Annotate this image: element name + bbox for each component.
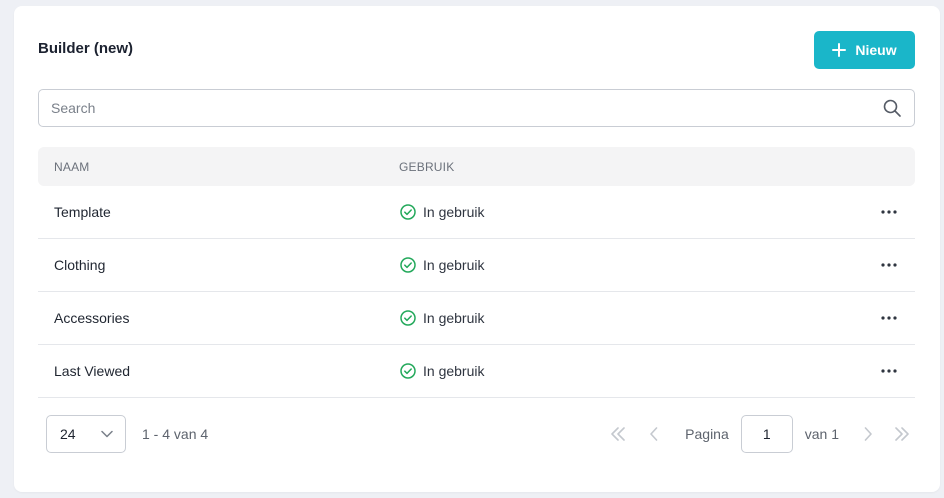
chevrons-right-icon[interactable] — [893, 425, 911, 443]
search-icon[interactable] — [882, 98, 902, 118]
usage-label: In gebruik — [423, 363, 485, 379]
usage-label: In gebruik — [423, 310, 485, 326]
table-header: NAAM GEBRUIK — [38, 147, 915, 186]
usage-status: In gebruik — [400, 204, 484, 220]
check-circle-icon — [400, 310, 416, 326]
page-total-text: van 1 — [804, 426, 839, 442]
pagination: Pagina 1 van 1 — [609, 415, 915, 453]
more-horizontal-icon[interactable] — [879, 202, 899, 222]
table-row[interactable]: Template In gebruik — [38, 186, 915, 239]
usage-status: In gebruik — [400, 257, 484, 273]
more-horizontal-icon[interactable] — [879, 361, 899, 381]
table-footer: 24 1 - 4 van 4 Pagina 1 van 1 — [46, 415, 915, 453]
usage-status: In gebruik — [400, 310, 484, 326]
row-name[interactable]: Clothing — [54, 257, 105, 273]
page-label: Pagina — [685, 426, 729, 442]
builder-card: Builder (new) Nieuw NAAM GEBRUIK Templat… — [14, 6, 940, 492]
range-text: 1 - 4 van 4 — [142, 426, 209, 442]
page-title: Builder (new) — [38, 40, 134, 57]
check-circle-icon — [400, 363, 416, 379]
column-header-gebruik[interactable]: GEBRUIK — [399, 160, 454, 174]
page-number-input[interactable]: 1 — [740, 415, 793, 453]
per-page-select[interactable]: 24 — [46, 415, 126, 453]
new-button-label: Nieuw — [855, 42, 897, 58]
more-horizontal-icon[interactable] — [879, 255, 899, 275]
usage-label: In gebruik — [423, 204, 485, 220]
search-input[interactable] — [39, 90, 882, 126]
chevron-down-icon — [101, 430, 113, 438]
usage-label: In gebruik — [423, 257, 485, 273]
chevron-right-icon[interactable] — [859, 425, 877, 443]
plus-icon — [832, 43, 847, 57]
row-name[interactable]: Last Viewed — [54, 363, 130, 379]
table-row[interactable]: Last Viewed In gebruik — [38, 345, 915, 398]
builder-table: NAAM GEBRUIK Template In gebruik Clothin… — [38, 147, 915, 398]
chevron-left-icon[interactable] — [645, 425, 663, 443]
row-name[interactable]: Template — [54, 204, 111, 220]
search-box — [38, 89, 915, 127]
more-horizontal-icon[interactable] — [879, 308, 899, 328]
per-page-value: 24 — [60, 426, 76, 442]
table-row[interactable]: Accessories In gebruik — [38, 292, 915, 345]
table-row[interactable]: Clothing In gebruik — [38, 239, 915, 292]
check-circle-icon — [400, 204, 416, 220]
chevrons-left-icon[interactable] — [609, 425, 627, 443]
column-header-naam[interactable]: NAAM — [54, 160, 89, 174]
check-circle-icon — [400, 257, 416, 273]
usage-status: In gebruik — [400, 363, 484, 379]
new-button[interactable]: Nieuw — [814, 31, 915, 69]
row-name[interactable]: Accessories — [54, 310, 129, 326]
